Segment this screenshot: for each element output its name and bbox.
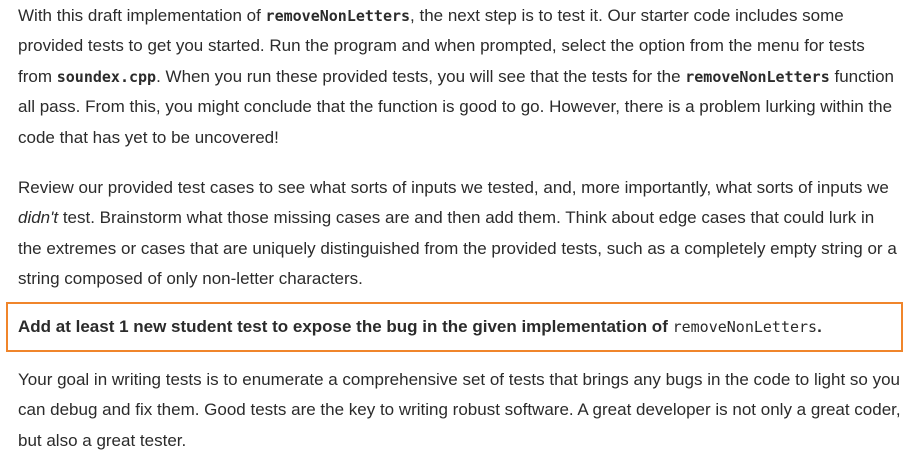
intro-paragraph: With this draft implementation of remove… [18,1,902,153]
intro-text-1: With this draft implementation of [18,6,266,25]
document-body: With this draft implementation of remove… [18,0,902,295]
task-period: . [817,317,822,336]
review-text-2: test. Brainstorm what those missing case… [18,208,897,289]
emphasis-text: didn't [18,208,59,228]
review-text-1: Review our provided test cases to see wh… [18,178,889,198]
task-callout-box: Add at least 1 new student test to expos… [6,302,903,352]
review-paragraph: Review our provided test cases to see wh… [18,173,902,295]
function-name-code: removeNonLetters [685,67,830,86]
filename-code: soundex.cpp [56,67,157,86]
function-name-code: removeNonLetters [265,7,411,25]
task-instruction: Add at least 1 new student test to expos… [18,313,822,341]
goal-paragraph: Your goal in writing tests is to enumera… [18,370,901,450]
task-text: Add at least 1 new student test to expos… [18,317,673,336]
intro-text-3: . When you run these provided tests, you… [156,66,686,86]
task-function-code: removeNonLetters [672,318,818,336]
